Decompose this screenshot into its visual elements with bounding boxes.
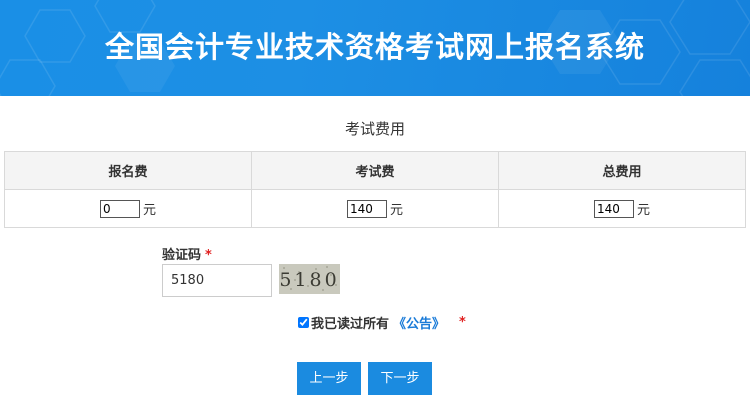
currency-unit: 元 (636, 203, 650, 218)
registration-fee-input[interactable] (99, 199, 140, 218)
total-fee-cell: 元 (498, 189, 746, 228)
total-fee-input[interactable] (593, 199, 634, 218)
fee-table: 报名费 考试费 总费用 元 元 元 (4, 151, 746, 228)
currency-unit: 元 (389, 203, 403, 218)
exam-fee-cell: 元 (251, 189, 499, 228)
captcha-image[interactable]: 5180 (279, 264, 340, 294)
next-step-button[interactable]: 下一步 (368, 362, 432, 395)
fee-table-row: 元 元 元 (4, 189, 746, 228)
currency-unit: 元 (142, 203, 156, 218)
page-header: 全国会计专业技术资格考试网上报名系统 (0, 0, 750, 96)
captcha-input[interactable] (162, 264, 272, 297)
captcha-text: 5180 (279, 269, 339, 291)
col-header-exam-fee: 考试费 (251, 151, 499, 190)
col-header-total-fee: 总费用 (498, 151, 746, 190)
registration-fee-cell: 元 (4, 189, 252, 228)
agreement[interactable]: 我已读过所有 《公告》 * (298, 313, 466, 332)
col-header-registration-fee: 报名费 (4, 151, 252, 190)
page-title: 全国会计专业技术资格考试网上报名系统 (104, 30, 645, 64)
required-mark: * (459, 315, 466, 330)
section-title: 考试费用 (344, 120, 405, 138)
exam-fee-input[interactable] (346, 199, 387, 218)
agreement-text: 我已读过所有 (311, 317, 390, 332)
announcement-link[interactable]: 《公告》 (393, 313, 445, 332)
previous-step-button[interactable]: 上一步 (297, 362, 361, 395)
agreement-checkbox[interactable] (298, 317, 309, 328)
required-mark: * (205, 248, 212, 263)
fee-table-header-row: 报名费 考试费 总费用 (4, 151, 746, 190)
captcha-label-text: 验证码 (162, 248, 202, 263)
captcha-label: 验证码 * (162, 244, 212, 263)
